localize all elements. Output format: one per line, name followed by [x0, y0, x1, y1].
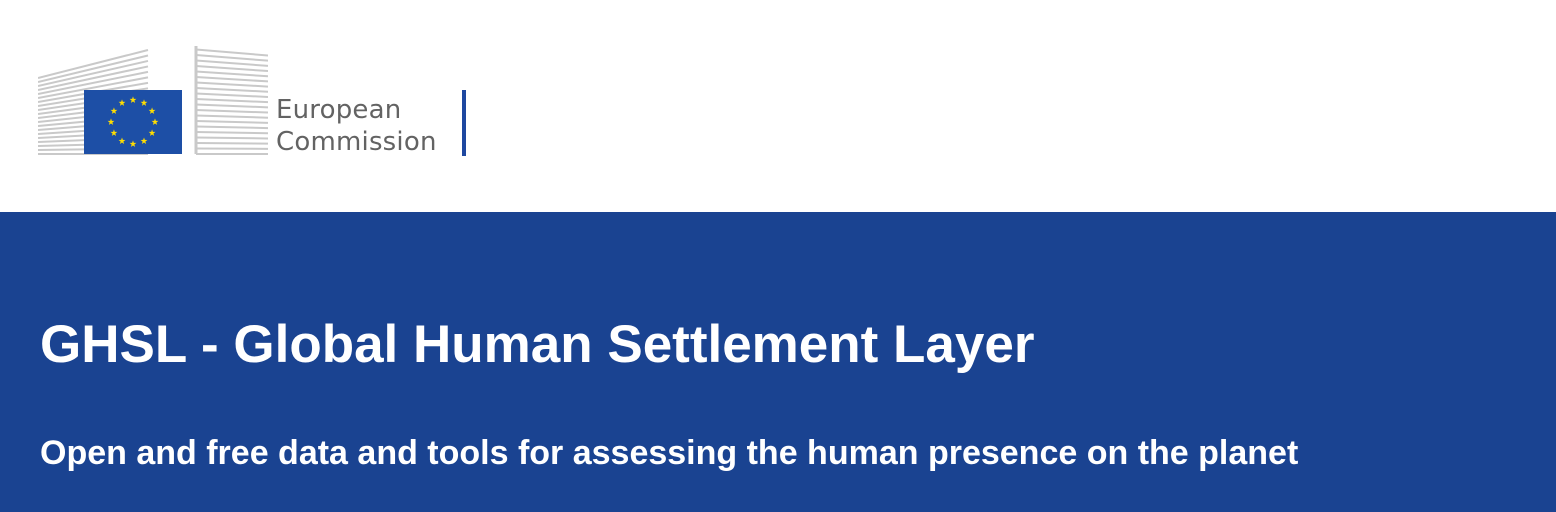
page-subtitle: Open and free data and tools for assessi…: [40, 434, 1299, 472]
building-stripe: [195, 114, 268, 119]
building-stripe: [195, 109, 268, 114]
building-stripe: [195, 98, 268, 104]
building-stripe: [195, 48, 268, 57]
building-stripe: [195, 142, 268, 145]
building-stripe: [195, 87, 268, 93]
site-header: European Commission: [0, 0, 1556, 212]
building-stripe: [195, 92, 268, 98]
building-stripe: [195, 59, 268, 67]
building-stripe: [195, 103, 268, 109]
site-banner: GHSL - Global Human Settlement Layer Ope…: [0, 212, 1556, 512]
building-right-graphic: [194, 46, 268, 155]
building-stripe: [195, 76, 268, 83]
european-commission-logo-link[interactable]: European Commission: [38, 44, 478, 158]
building-stripe: [195, 70, 268, 78]
logo-wordmark: European Commission: [276, 94, 437, 158]
building-stripe: [195, 120, 268, 124]
european-commission-logo-icon: [38, 46, 268, 155]
building-stripe: [195, 65, 268, 73]
logo-line-1: European: [276, 95, 402, 125]
page-title: GHSL - Global Human Settlement Layer: [40, 315, 1035, 374]
building-stripe: [195, 125, 268, 130]
logo-divider: [462, 90, 466, 156]
building-stripe: [195, 131, 268, 135]
building-stripe: [195, 136, 268, 140]
building-stripe: [195, 54, 268, 62]
building-stripe: [195, 81, 268, 88]
logo-line-2: Commission: [276, 127, 437, 157]
